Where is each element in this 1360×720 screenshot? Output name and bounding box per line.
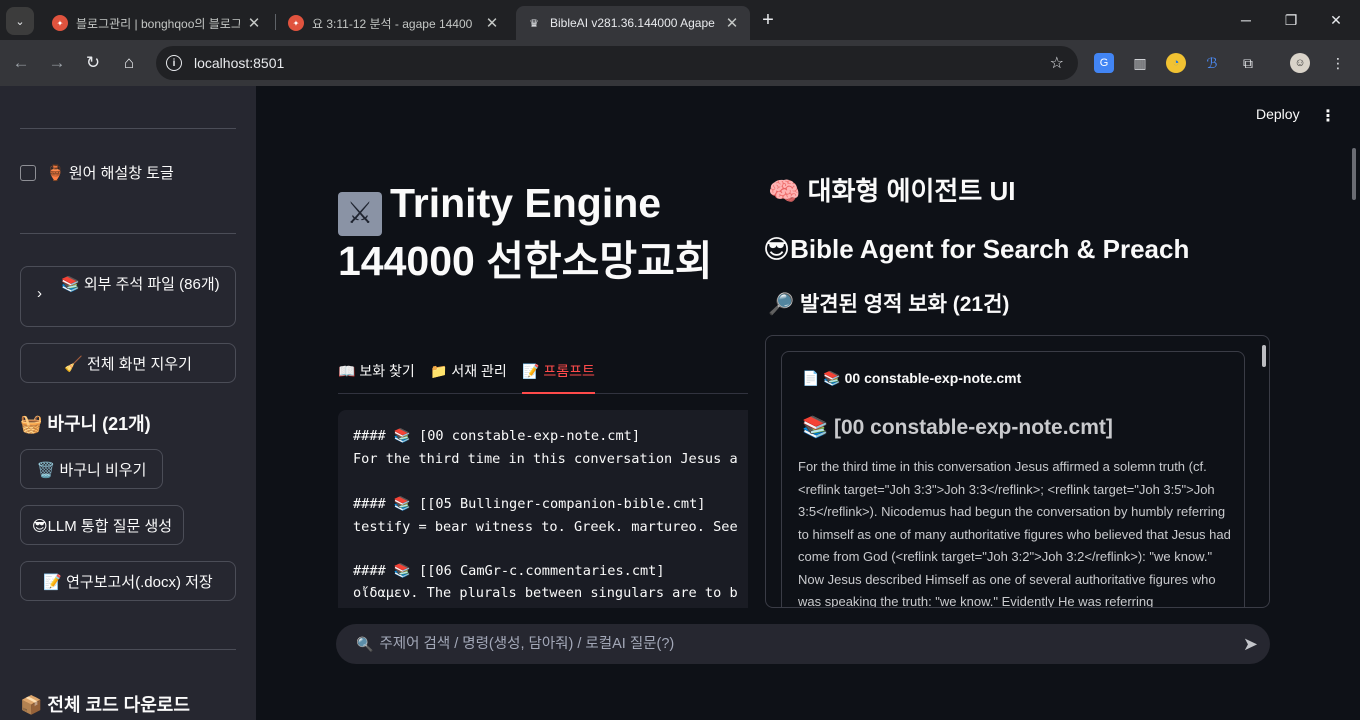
reload-icon[interactable]: ↻ — [82, 52, 104, 74]
page-scrollbar[interactable] — [1352, 148, 1356, 200]
card-title: 📄 📚 00 constable-exp-note.cmt — [802, 370, 1022, 386]
llm-question-button[interactable]: 😎LLM 통합 질문 생성 — [20, 505, 184, 545]
browser-tab-active[interactable]: ♛ BibleAI v281.36.144000 Agape ✕ — [516, 6, 750, 40]
browser-tab-bar: ⌄ ✦ 블로그관리 | bonghqoo의 블로그 ✕ ✦ 요 3:11-12 … — [0, 0, 1360, 40]
search-magnifier-icon: 🔍 — [356, 635, 374, 652]
browser-toolbar: ← → ↻ ⌂ i localhost:8501 ☆ G ▥ ◔ ℬ ⧉ ☺ ⋮ — [0, 40, 1360, 86]
bible-agent-heading: 😎Bible Agent for Search & Preach — [763, 234, 1190, 264]
divider — [20, 128, 236, 129]
translate-extension-icon[interactable]: G — [1094, 53, 1114, 73]
result-card: 📄 📚 00 constable-exp-note.cmt 📚 [00 cons… — [781, 351, 1245, 608]
bookmark-star-icon[interactable]: ☆ — [1050, 53, 1064, 73]
basket-header: 🧺 바구니 (21개) — [20, 414, 151, 434]
address-bar[interactable]: i localhost:8501 ☆ — [156, 46, 1078, 80]
url-text[interactable]: localhost:8501 — [194, 55, 284, 71]
tab-close-icon[interactable]: ✕ — [484, 14, 500, 32]
code-line: #### 📚 [[06 CamGr-c.commentaries.cmt] — [353, 563, 665, 579]
deploy-button[interactable]: Deploy — [1256, 106, 1300, 122]
close-window-icon[interactable]: ✕ — [1324, 8, 1348, 32]
tab-title: 요 3:11-12 분석 - agape 14400 — [312, 16, 473, 31]
results-scroll-panel[interactable]: 📄 📚 00 constable-exp-note.cmt 📚 [00 cons… — [765, 335, 1270, 608]
chat-input-bar[interactable]: 🔍 ➤ — [336, 624, 1270, 664]
clear-screen-button[interactable]: 🧹 전체 화면 지우기 — [20, 343, 236, 383]
chevron-right-icon: › — [37, 285, 42, 302]
agent-ui-heading: 🧠 대화형 에이전트 UI — [768, 176, 1016, 206]
forward-arrow-icon[interactable]: → — [46, 52, 68, 74]
empty-basket-button[interactable]: 🗑️ 바구니 비우기 — [20, 449, 163, 489]
browser-tab[interactable]: ✦ 블로그관리 | bonghqoo의 블로그 ✕ — [42, 6, 272, 40]
page-title: ⚔ Trinity Engine 144000 선한소망교회 — [338, 178, 718, 286]
browser-tab[interactable]: ✦ 요 3:11-12 분석 - agape 14400 ✕ — [278, 6, 510, 40]
new-tab-plus-icon[interactable]: + — [758, 10, 778, 30]
reading-mode-icon[interactable]: ▥ — [1130, 53, 1150, 73]
code-line: testify = bear witness to. Greek. martur… — [353, 519, 738, 535]
card-heading: 📚 [00 constable-exp-note.cmt] — [802, 416, 1113, 439]
sidebar: 🏺 원어 해설창 토글 › 📚 외부 주석 파일 (86개) 🧹 전체 화면 지… — [0, 86, 256, 720]
found-treasure-heading: 🔎 발견된 영적 보화 (21건) — [768, 293, 1010, 316]
tab-library[interactable]: 📁 서재 관리 — [430, 360, 507, 394]
original-text-toggle-checkbox[interactable] — [20, 165, 36, 181]
external-commentary-expander[interactable]: › 📚 외부 주석 파일 (86개) — [20, 266, 236, 327]
tab-close-icon[interactable]: ✕ — [724, 14, 740, 32]
download-header: 📦 전체 코드 다운로드 — [20, 695, 190, 715]
back-arrow-icon[interactable]: ← — [10, 52, 32, 74]
save-report-button[interactable]: 📝 연구보고서(.docx) 저장 — [20, 561, 236, 601]
home-icon[interactable]: ⌂ — [118, 52, 140, 74]
tab-title: 블로그관리 | bonghqoo의 블로그 — [76, 16, 240, 31]
extensions-puzzle-icon[interactable]: ⧉ — [1238, 53, 1258, 73]
prompt-code-block: #### 📚 [00 constable-exp-note.cmt] For t… — [338, 410, 748, 608]
tab-separator — [275, 14, 276, 30]
main-tabs: 📖 보화 찾기 📁 서재 관리 📝 프롬프트 — [338, 360, 748, 394]
tab-search-chevron-icon[interactable]: ⌄ — [6, 7, 34, 35]
card-body: For the third time in this conversation … — [798, 459, 1231, 608]
code-line: οἴδαμεν. The plurals between singulars a… — [353, 585, 738, 601]
minimize-icon[interactable]: ─ — [1234, 8, 1258, 32]
original-text-toggle-label[interactable]: 🏺 원어 해설창 토글 — [46, 162, 174, 183]
chat-input[interactable] — [379, 636, 1220, 652]
tab-close-icon[interactable]: ✕ — [246, 14, 262, 32]
divider — [20, 233, 236, 234]
send-icon[interactable]: ➤ — [1243, 634, 1258, 655]
profile-avatar[interactable]: ☺ — [1290, 53, 1310, 73]
extension-colorful-icon[interactable]: ◔ — [1166, 53, 1186, 73]
tab-find-treasure[interactable]: 📖 보화 찾기 — [338, 360, 415, 394]
code-line: #### 📚 [[05 Bullinger-companion-bible.cm… — [353, 496, 706, 512]
tab-prompt[interactable]: 📝 프롬프트 — [522, 360, 595, 394]
restore-window-icon[interactable]: ❐ — [1279, 8, 1303, 32]
expander-label: 📚 외부 주석 파일 (86개) — [61, 276, 220, 293]
extension-b-icon[interactable]: ℬ — [1202, 53, 1222, 73]
crown-favicon-icon: ♛ — [529, 17, 539, 30]
tistory-favicon-icon: ✦ — [288, 15, 304, 31]
site-info-icon[interactable]: i — [166, 55, 182, 71]
code-line: For the third time in this conversation … — [353, 451, 738, 467]
code-line: #### 📚 [00 constable-exp-note.cmt] — [353, 428, 641, 444]
crossed-swords-icon: ⚔ — [338, 192, 382, 236]
tab-title: BibleAI v281.36.144000 Agape — [550, 16, 715, 30]
page-title-text: Trinity Engine 144000 선한소망교회 — [338, 180, 713, 284]
browser-menu-icon[interactable]: ⋮ — [1328, 53, 1348, 73]
main-menu-icon[interactable]: ⋮ — [1320, 106, 1336, 126]
divider — [20, 649, 236, 650]
tistory-favicon-icon: ✦ — [52, 15, 68, 31]
results-scrollbar[interactable] — [1262, 345, 1266, 367]
